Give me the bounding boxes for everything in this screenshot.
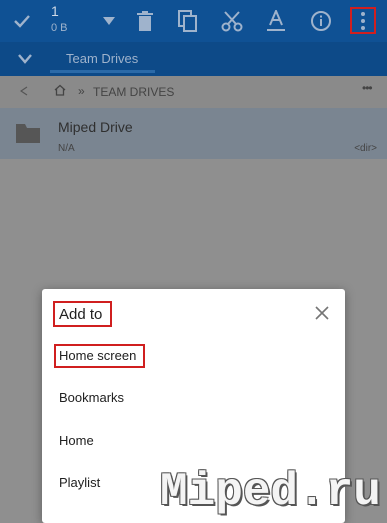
chevron-down-icon[interactable]	[11, 45, 39, 73]
breadcrumb-current[interactable]: TEAM DRIVES	[93, 85, 174, 99]
breadcrumb-more-icon[interactable]: •••	[362, 81, 373, 95]
close-icon[interactable]	[315, 306, 329, 325]
selection-size: 0 B	[51, 22, 68, 34]
item-name: Miped Drive	[58, 119, 133, 135]
option-home[interactable]: Home	[59, 433, 94, 448]
rename-icon[interactable]	[262, 7, 290, 35]
selection-count: 1	[51, 3, 59, 19]
cut-icon[interactable]	[218, 7, 246, 35]
folder-icon	[16, 124, 40, 148]
more-icon[interactable]	[349, 7, 377, 35]
tab-team-drives[interactable]: Team Drives	[66, 51, 138, 66]
option-playlist[interactable]: Playlist	[59, 475, 100, 490]
copy-icon[interactable]	[174, 7, 202, 35]
dropdown-icon[interactable]	[95, 7, 123, 35]
breadcrumb-separator: »	[78, 84, 85, 98]
action-toolbar: 1 0 B	[0, 0, 387, 42]
item-detail: N/A	[58, 143, 75, 154]
back-arrow-icon[interactable]	[19, 85, 28, 99]
dialog-title: Add to	[59, 306, 103, 323]
info-icon[interactable]	[307, 7, 335, 35]
home-icon[interactable]	[54, 84, 66, 99]
active-tab-indicator	[50, 70, 155, 73]
option-home-screen[interactable]: Home screen	[59, 348, 136, 363]
option-bookmarks[interactable]: Bookmarks	[59, 390, 124, 405]
breadcrumb: » TEAM DRIVES •••	[0, 76, 387, 108]
check-icon[interactable]	[8, 7, 36, 35]
list-item[interactable]: Miped Drive N/A <dir>	[0, 108, 387, 159]
delete-icon[interactable]	[131, 7, 159, 35]
watermark: Miped.ru	[160, 466, 381, 518]
item-type: <dir>	[354, 143, 377, 154]
